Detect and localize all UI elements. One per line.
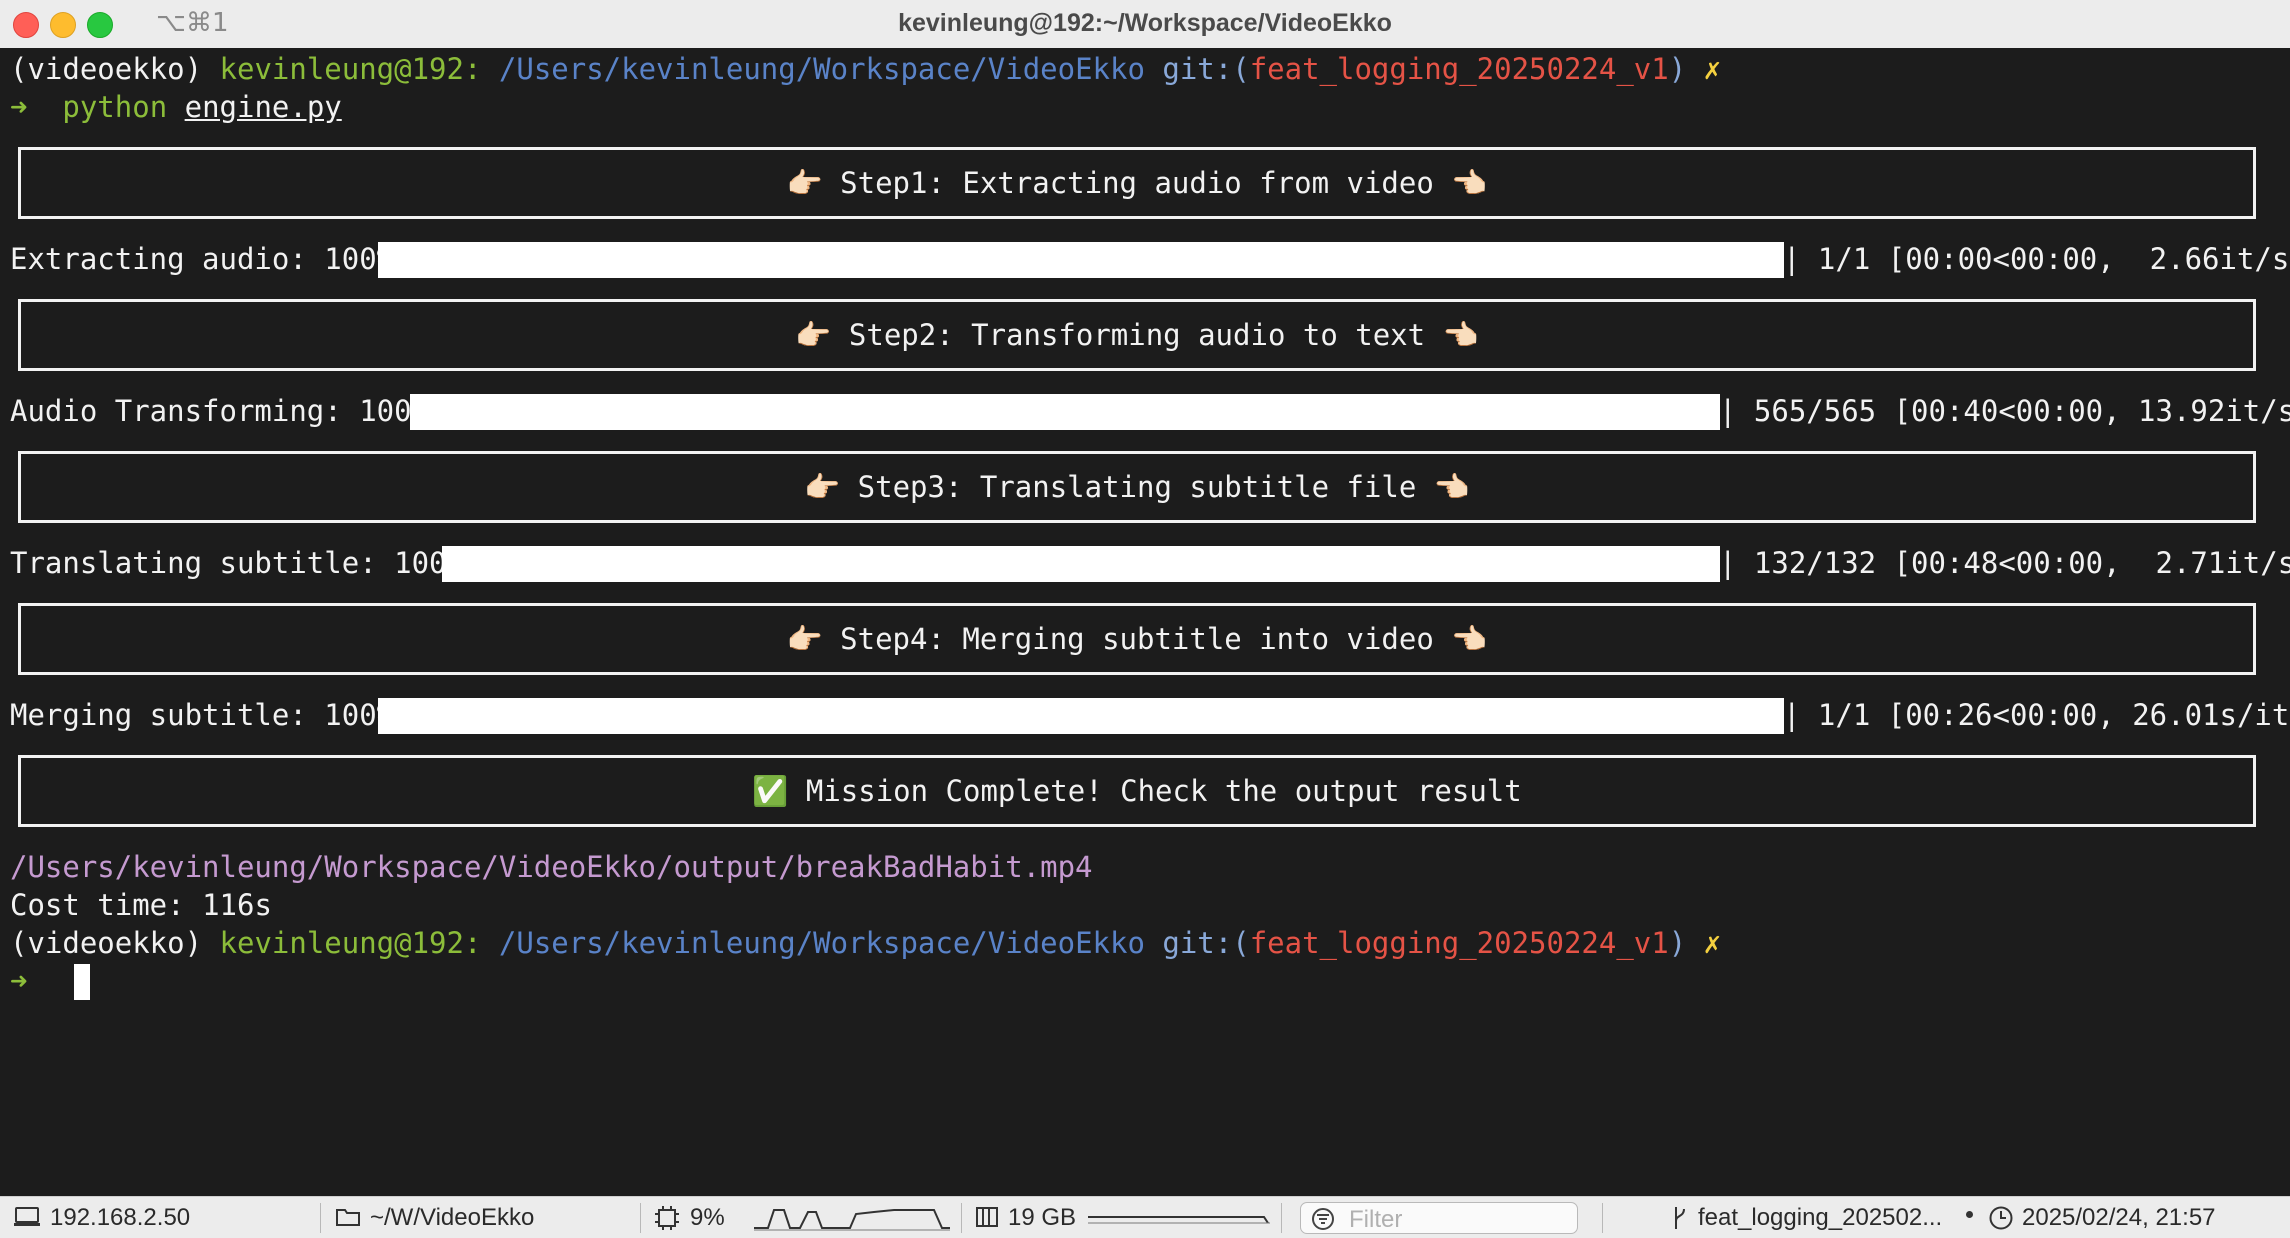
progress-bar <box>410 394 1720 430</box>
progress-label: Translating subtitle: 100%| <box>10 546 482 580</box>
prompt-user: kevinleung@192: <box>219 926 482 960</box>
progress-label: Audio Transforming: 100%| <box>10 394 447 428</box>
separator <box>1281 1203 1282 1233</box>
filter-input[interactable]: Filter <box>1300 1202 1578 1234</box>
prompt-line: (videoekko) kevinleung@192: /Users/kevin… <box>10 50 1721 88</box>
memory-sparkline <box>1088 1211 1270 1225</box>
separator <box>640 1203 641 1233</box>
step-banner: 👉🏻 Step4: Merging subtitle into video 👈🏻 <box>18 603 2256 675</box>
git-branch: feat_logging_20250224_v1 <box>1249 52 1669 86</box>
separator <box>320 1203 321 1233</box>
step-banner: 👉🏻 Step2: Transforming audio to text 👈🏻 <box>18 299 2256 371</box>
cost-time: Cost time: 116s <box>10 886 272 924</box>
progress-label: Merging subtitle: 100%| <box>10 698 412 732</box>
cost-label: Cost time: <box>10 888 185 922</box>
conda-env: (videoekko) <box>10 52 203 86</box>
complete-text: Mission Complete! Check the output resul… <box>805 774 1522 808</box>
check-icon: ✅ <box>752 774 789 808</box>
status-bar: 192.168.2.50 ~/W/VideoEkko 9% 19 GB Filt… <box>0 1196 2290 1238</box>
dot-separator <box>1966 1211 1973 1218</box>
input-line[interactable]: ➜ <box>10 962 27 1000</box>
step-banner: 👉🏻 Step3: Translating subtitle file 👈🏻 <box>18 451 2256 523</box>
monitor-icon <box>14 1206 40 1228</box>
cost-value: 116s <box>184 888 272 922</box>
conda-env: (videoekko) <box>10 926 203 960</box>
separator <box>961 1203 962 1233</box>
git-branch-icon <box>1672 1205 1688 1231</box>
separator <box>1602 1203 1603 1233</box>
command-file-link[interactable]: engine.py <box>185 90 342 124</box>
clock-icon <box>1988 1205 2014 1231</box>
cpu-usage[interactable]: 9% <box>690 1205 725 1231</box>
terminal-window: ⌥⌘1 kevinleung@192:~/Workspace/VideoEkko… <box>0 0 2290 1238</box>
filter-icon <box>1311 1207 1335 1231</box>
command-program: python <box>62 90 168 124</box>
progress-stats: | 1/1 [00:00<00:00, 2.66it/s] <box>1783 242 2290 276</box>
git-label: git:( <box>1162 926 1250 960</box>
host-address[interactable]: 192.168.2.50 <box>50 1205 190 1231</box>
text-cursor <box>74 964 90 1000</box>
cpu-sparkline <box>754 1204 950 1232</box>
prompt-user: kevinleung@192: <box>219 52 482 86</box>
mission-complete-banner: ✅ Mission Complete! Check the output res… <box>18 755 2256 827</box>
cpu-icon <box>654 1205 680 1231</box>
prompt-line: (videoekko) kevinleung@192: /Users/kevin… <box>10 924 1721 962</box>
memory-usage[interactable]: 19 GB <box>1008 1205 1076 1231</box>
prompt-path: /Users/kevinleung/Workspace/VideoEkko <box>498 926 1145 960</box>
git-label: git:( <box>1162 52 1250 86</box>
current-directory[interactable]: ~/W/VideoEkko <box>370 1205 534 1231</box>
progress-bar <box>378 698 1784 734</box>
prompt-arrow-icon: ➜ <box>10 90 28 124</box>
prompt-arrow-icon: ➜ <box>10 964 28 998</box>
progress-stats: | 1/1 [00:26<00:00, 26.01s/it] <box>1783 698 2290 732</box>
dirty-mark: ✗ <box>1703 52 1722 86</box>
progress-label: Extracting audio: 100%| <box>10 242 412 276</box>
step-banner: 👉🏻 Step1: Extracting audio from video 👈🏻 <box>18 147 2256 219</box>
terminal-output[interactable]: (videoekko) kevinleung@192: /Users/kevin… <box>0 48 2290 1196</box>
progress-bar <box>378 242 1784 278</box>
dirty-mark: ✗ <box>1703 926 1722 960</box>
date-time[interactable]: 2025/02/24, 21:57 <box>2022 1205 2216 1231</box>
status-branch[interactable]: feat_logging_202502... <box>1698 1205 1942 1231</box>
filter-placeholder: Filter <box>1349 1206 1403 1233</box>
memory-icon <box>975 1206 999 1228</box>
progress-stats: | 565/565 [00:40<00:00, 13.92it/s] <box>1719 394 2290 428</box>
window-title: kevinleung@192:~/Workspace/VideoEkko <box>898 9 1392 37</box>
progress-stats: | 132/132 [00:48<00:00, 2.71it/s] <box>1719 546 2290 580</box>
output-path[interactable]: /Users/kevinleung/Workspace/VideoEkko/ou… <box>10 848 1093 886</box>
git-close: ) <box>1668 52 1687 86</box>
git-branch: feat_logging_20250224_v1 <box>1249 926 1669 960</box>
command-line: ➜ python engine.py <box>10 88 342 126</box>
folder-icon <box>335 1206 361 1228</box>
prompt-path: /Users/kevinleung/Workspace/VideoEkko <box>498 52 1145 86</box>
title-bar: ⌥⌘1 kevinleung@192:~/Workspace/VideoEkko <box>0 0 2290 49</box>
progress-bar <box>442 546 1720 582</box>
git-close: ) <box>1668 926 1687 960</box>
